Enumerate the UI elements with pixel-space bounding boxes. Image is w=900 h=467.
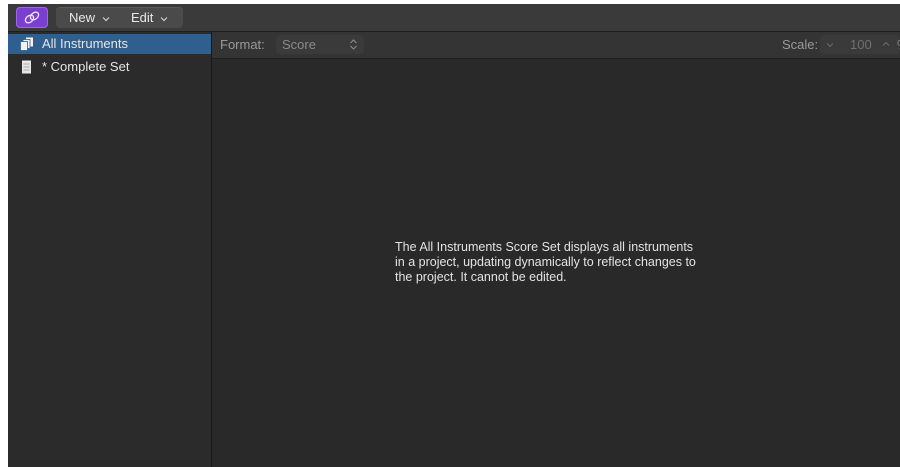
menu-group: New Edit <box>56 7 183 28</box>
detail-bar: Format: Score Scale: 100 % <box>212 32 900 59</box>
sidebar-item-label: All Instruments <box>42 36 128 51</box>
toolbar: New Edit <box>8 4 900 32</box>
message-line: in a project, updating dynamically to re… <box>395 255 696 269</box>
format-label: Format: <box>220 37 265 52</box>
document-icon <box>22 60 31 74</box>
score-sets-sidebar: All Instruments * Complete Set <box>8 32 212 467</box>
sidebar-item-all-instruments[interactable]: All Instruments <box>8 34 211 54</box>
format-select[interactable]: Score <box>276 35 364 54</box>
edit-menu-button[interactable]: Edit <box>131 7 169 28</box>
new-menu-button[interactable]: New <box>69 7 111 28</box>
up-down-chevron-icon <box>350 39 357 50</box>
chevron-up-icon <box>882 41 890 46</box>
chevron-down-icon <box>160 16 168 21</box>
format-value: Score <box>282 37 316 52</box>
scale-value: 100 <box>850 37 872 52</box>
sidebar-item-label: * Complete Set <box>42 59 130 74</box>
message-line: the project. It cannot be edited. <box>395 270 567 284</box>
edit-menu-label: Edit <box>131 10 154 25</box>
sidebar-item-complete-set[interactable]: * Complete Set <box>8 57 211 77</box>
read-only-message: The All Instruments Score Set displays a… <box>395 240 735 285</box>
new-menu-label: New <box>69 10 96 25</box>
score-sets-window: New Edit All Instruments * Complete Set <box>8 4 900 467</box>
chevron-down-icon <box>826 43 834 48</box>
chevron-down-icon <box>102 16 110 21</box>
link-button[interactable] <box>16 7 48 28</box>
scale-stepper[interactable]: 100 <box>820 35 900 54</box>
link-icon <box>24 11 40 24</box>
scale-label: Scale: <box>782 37 819 52</box>
score-set-detail-pane: Format: Score Scale: 100 % The All Instr… <box>212 32 900 467</box>
stacked-pages-icon <box>20 37 33 51</box>
message-line: The All Instruments Score Set displays a… <box>395 240 694 254</box>
